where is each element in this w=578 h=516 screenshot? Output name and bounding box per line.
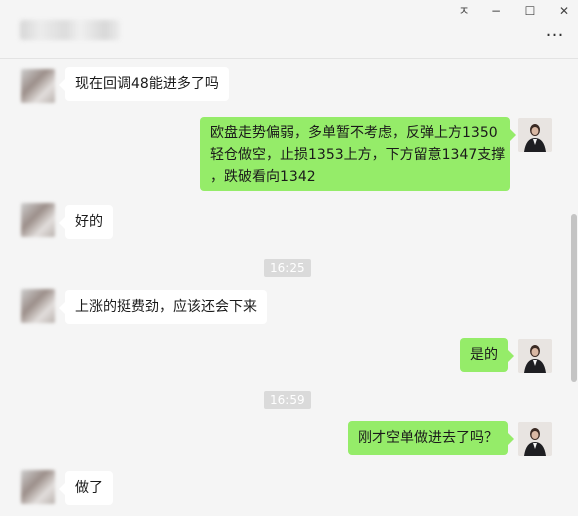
message-timestamp: 16:59 (264, 391, 311, 409)
maximize-icon[interactable]: ☐ (518, 2, 542, 20)
self-avatar[interactable] (518, 118, 552, 152)
pin-icon[interactable]: ㅈ (452, 2, 476, 20)
message-bubble-incoming[interactable]: 现在回调48能进多了吗 (59, 67, 229, 101)
message-bubble-incoming[interactable]: 做了 (59, 471, 113, 505)
chat-scrollbar[interactable] (571, 214, 577, 382)
minimize-icon[interactable]: − (484, 2, 508, 20)
message-bubble-outgoing[interactable]: 是的 (460, 338, 514, 372)
contact-name-redacted (20, 20, 120, 40)
contact-avatar[interactable] (21, 203, 55, 237)
contact-avatar[interactable] (21, 289, 55, 323)
self-avatar[interactable] (518, 339, 552, 373)
message-line: 欧盘走势偏弱，多单暂不考虑，反弹上方1350 (210, 125, 498, 141)
contact-avatar[interactable] (21, 69, 55, 103)
message-bubble-outgoing[interactable]: 欧盘走势偏弱，多单暂不考虑，反弹上方1350 轻仓做空，止损1353上方，下方留… (200, 117, 516, 191)
close-icon[interactable]: ✕ (552, 2, 576, 20)
person-icon (518, 118, 552, 152)
message-timestamp: 16:25 (264, 259, 311, 277)
message-line: 轻仓做空，止损1353上方，下方留意1347支撑 (210, 147, 506, 163)
more-options-icon[interactable]: … (544, 22, 566, 41)
person-icon (518, 339, 552, 373)
message-bubble-outgoing[interactable]: 刚才空单做进去了吗？ (348, 421, 514, 455)
contact-avatar[interactable] (21, 470, 55, 504)
chat-header: ㅈ − ☐ ✕ … (0, 0, 578, 59)
message-line: ，跌破看向1342 (210, 169, 316, 185)
self-avatar[interactable] (518, 422, 552, 456)
person-icon (518, 422, 552, 456)
message-bubble-incoming[interactable]: 上涨的挺费劲，应该还会下来 (59, 290, 267, 324)
message-bubble-incoming[interactable]: 好的 (59, 205, 113, 239)
